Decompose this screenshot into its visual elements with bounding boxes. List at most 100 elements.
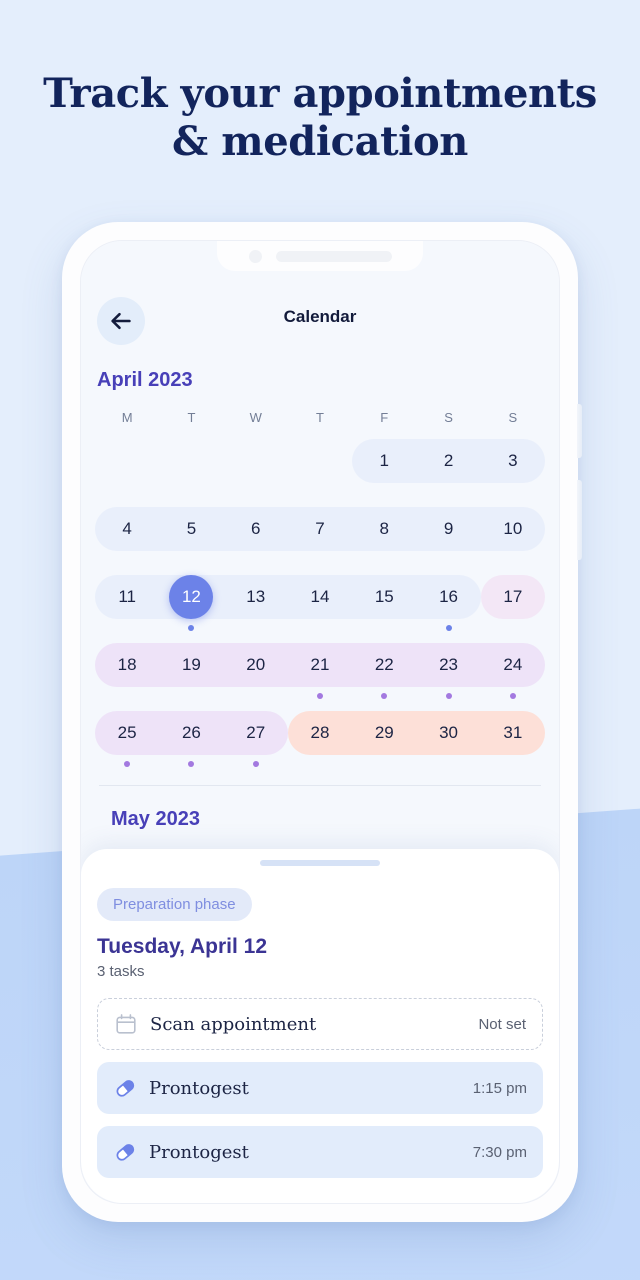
weekday-label-4: F	[380, 410, 389, 425]
week-day-cells: 18 19 20 21 22 23 24	[95, 639, 545, 699]
calendar-day-event-dot	[124, 625, 130, 631]
calendar-day-event-dot	[446, 489, 452, 495]
phone-volume-button[interactable]	[577, 404, 582, 458]
calendar-day-number: 31	[503, 723, 523, 742]
calendar-day-event-dot	[124, 761, 131, 767]
calendar-day-15[interactable]: 15	[352, 571, 416, 631]
selected-date-title: Tuesday, April 12	[97, 935, 267, 958]
speaker-grille	[275, 250, 392, 262]
calendar-day-number: 4	[122, 519, 132, 538]
calendar-day-event-dot	[188, 693, 194, 699]
calendar-day-13[interactable]: 13	[224, 571, 288, 631]
calendar-day-event-dot	[510, 761, 516, 767]
calendar-day-14[interactable]: 14	[288, 571, 352, 631]
calendar-divider	[99, 785, 541, 786]
calendar-day-event-dot	[253, 693, 259, 699]
calendar-day-event-dot	[253, 557, 259, 563]
calendar-day-number: 25	[117, 723, 137, 742]
calendar-day-event-dot	[445, 625, 452, 631]
calendar-day-21[interactable]: 21	[288, 639, 352, 699]
calendar-day-28[interactable]: 28	[288, 707, 352, 767]
calendar-day-22[interactable]: 22	[352, 639, 416, 699]
calendar-day-number: 11	[118, 587, 136, 606]
calendar-day-24[interactable]: 24	[481, 639, 545, 699]
calendar-day-number: 27	[246, 723, 266, 742]
phone-notch	[217, 241, 423, 271]
task-row[interactable]: Prontogest 7:30 pm	[97, 1126, 543, 1178]
calendar-day-18[interactable]: 18	[95, 639, 159, 699]
calendar-day-number: 23	[439, 655, 459, 674]
page-headline: Track your appointments & medication	[0, 70, 640, 166]
calendar-day-number: 17	[503, 587, 523, 606]
calendar-day-number: 24	[503, 655, 523, 674]
calendar-week-row: 4 5 6 7 8 9 10	[95, 503, 545, 571]
task-label: Scan appointment	[150, 1013, 317, 1035]
calendar-day-25[interactable]: 25	[95, 707, 159, 767]
task-row[interactable]: Scan appointment Not set	[97, 998, 543, 1050]
calendar-day-number: 3	[508, 451, 518, 470]
calendar-day-4[interactable]: 4	[95, 503, 159, 563]
calendar-week-row: 18 19 20 21 22 23 24	[95, 639, 545, 707]
calendar-day-event-dot	[317, 625, 323, 631]
calendar-day-empty	[224, 435, 288, 495]
calendar-day-2[interactable]: 2	[416, 435, 480, 495]
calendar-day-31[interactable]: 31	[481, 707, 545, 767]
calendar-day-number: 9	[443, 519, 454, 538]
task-label: Prontogest	[149, 1141, 249, 1163]
calendar-day-26[interactable]: 26	[159, 707, 223, 767]
weekday-label-6: S	[508, 410, 518, 425]
calendar-day-9[interactable]: 9	[416, 503, 480, 563]
task-time: 7:30 pm	[472, 1143, 527, 1161]
calendar-day-12[interactable]: 12	[159, 571, 223, 631]
weekday-label-3: T	[316, 410, 324, 425]
calendar-day-30[interactable]: 30	[416, 707, 480, 767]
calendar-day-number	[298, 439, 342, 483]
calendar-day-number: 29	[374, 723, 394, 742]
calendar-day-23[interactable]: 23	[416, 639, 480, 699]
calendar-day-number: 1	[379, 451, 390, 470]
pill-icon	[116, 1080, 135, 1097]
calendar-icon	[114, 1012, 138, 1036]
task-row[interactable]: Prontogest 1:15 pm	[97, 1062, 543, 1114]
page-title: Calendar	[283, 307, 357, 326]
calendar-day-event-dot	[317, 489, 323, 495]
calendar-day-6[interactable]: 6	[224, 503, 288, 563]
calendar-day-20[interactable]: 20	[224, 639, 288, 699]
calendar-day-number: 22	[374, 655, 394, 674]
calendar-day-1[interactable]: 1	[352, 435, 416, 495]
calendar-day-number: 2	[443, 451, 454, 470]
task-list: Scan appointment Not set Prontogest 1:15 pm…	[97, 998, 543, 1178]
calendar-day-11[interactable]: 11	[95, 571, 159, 631]
calendar-day-event-dot	[124, 557, 130, 563]
calendar-day-3[interactable]: 3	[481, 435, 545, 495]
calendar-day-number: 14	[310, 587, 330, 606]
week-day-cells: 1 2 3	[95, 435, 545, 487]
calendar-day-number: 7	[315, 519, 325, 538]
calendar-day-19[interactable]: 19	[159, 639, 223, 699]
calendar-day-27[interactable]: 27	[224, 707, 288, 767]
camera-icon	[248, 249, 262, 263]
calendar-day-event-dot	[509, 693, 516, 699]
calendar-day-17[interactable]: 17	[481, 571, 545, 631]
calendar-day-16[interactable]: 16	[416, 571, 480, 631]
calendar-day-event-dot	[188, 489, 194, 495]
calendar-day-29[interactable]: 29	[352, 707, 416, 767]
day-detail-sheet: Preparation phase Tuesday, April 12 3 ta…	[81, 849, 559, 1203]
calendar-day-10[interactable]: 10	[481, 503, 545, 563]
phone-power-button[interactable]	[577, 480, 582, 560]
calendar-day-event-dot	[124, 693, 130, 699]
calendar-weeks: 1 2 3 4 5 6 7 8 9 10 11 12 13 14 15 16 17 18 19 20 21 22 23 24 2…	[95, 435, 545, 775]
task-time: Not set	[478, 1015, 526, 1033]
calendar-day-5[interactable]: 5	[159, 503, 223, 563]
headline-line-2: & medication	[172, 118, 468, 165]
calendar-week-row: 1 2 3	[95, 435, 545, 503]
calendar-day-7[interactable]: 7	[288, 503, 352, 563]
task-time: 1:15 pm	[472, 1079, 527, 1097]
calendar-day-event-dot	[252, 761, 259, 767]
weekday-label-5: S	[444, 410, 453, 425]
task-count-label: 3 tasks	[97, 963, 145, 980]
current-month-label: April 2023	[97, 369, 193, 391]
calendar-day-8[interactable]: 8	[352, 503, 416, 563]
calendar-week-row: 11 12 13 14 15 16 17	[95, 571, 545, 639]
calendar-day-number	[105, 439, 149, 483]
